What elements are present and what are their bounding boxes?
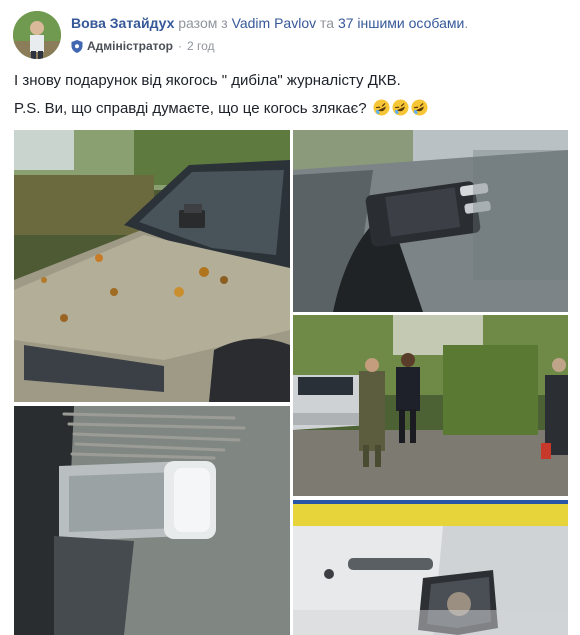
others-link[interactable]: 37 іншими особами (338, 15, 464, 31)
post-text-line-2-wrapper: P.S. Ви, що справді думаєте, що це когос… (14, 99, 569, 118)
photo-device-closeup-tape[interactable] (293, 130, 568, 312)
author-avatar[interactable] (13, 11, 61, 59)
post-meta: Адміністратор · 2 год (71, 38, 215, 54)
photo-grid (14, 130, 568, 635)
header-ellipsis: . (464, 15, 469, 31)
shield-icon (71, 39, 83, 53)
rolling-on-floor-laughing-emoji (373, 99, 390, 116)
rolling-on-floor-laughing-emoji (392, 99, 409, 116)
post-text-line-1: І знову подарунок від якогось " дибіла" … (14, 72, 401, 89)
post-text-line-2: P.S. Ви, що справді думаєте, що це когос… (14, 100, 367, 117)
with-text: разом з (178, 15, 228, 31)
role-label[interactable]: Адміністратор (87, 38, 173, 54)
author-name[interactable]: Вова Затайдух (71, 15, 174, 31)
photo-service-vehicle-door[interactable] (293, 500, 568, 635)
photo-officials-near-car[interactable] (293, 315, 568, 496)
rolling-on-floor-laughing-emoji (411, 99, 428, 116)
tagged-person-link[interactable]: Vadim Pavlov (232, 15, 317, 31)
post-timestamp[interactable]: 2 год (187, 38, 215, 54)
photo-car-hood-with-device[interactable] (14, 130, 290, 402)
photo-bottle-with-electrodes[interactable] (14, 406, 290, 635)
meta-separator: · (178, 39, 183, 53)
facebook-post: Вова Затайдух разом з Vadim Pavlov та 37… (0, 0, 580, 635)
avatar-image (13, 11, 61, 59)
post-body: І знову подарунок від якогось " дибіла" … (14, 71, 569, 127)
post-header: Вова Затайдух разом з Vadim Pavlov та 37… (71, 14, 571, 32)
and-text: та (320, 15, 335, 31)
